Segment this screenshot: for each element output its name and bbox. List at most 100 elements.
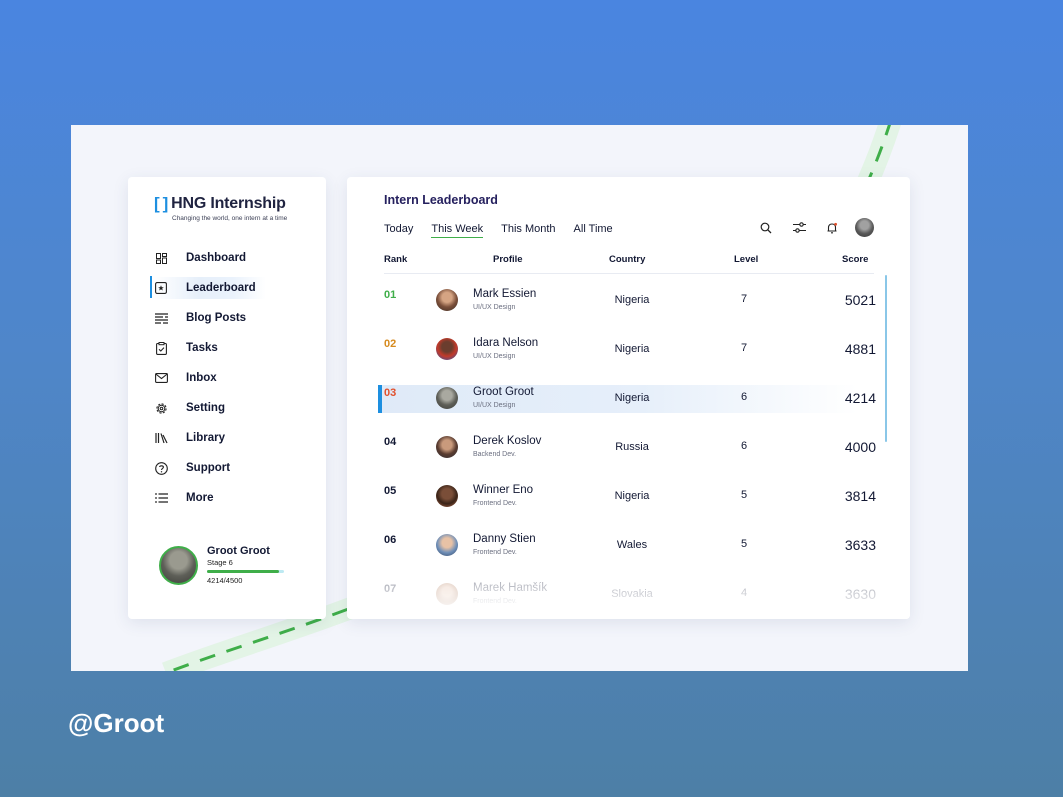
row-score: 4214 — [844, 390, 876, 406]
row-level: 7 — [740, 342, 748, 354]
sidebar-item-label: Support — [186, 462, 231, 474]
column-header-country[interactable]: Country — [609, 254, 645, 265]
table-row[interactable]: 01 Mark Essien UI/UX Design Nigeria 7 5021 — [347, 277, 910, 317]
row-role: Backend Dev. — [473, 451, 517, 458]
xp-progress-fill — [207, 570, 280, 573]
column-header-level[interactable]: Level — [734, 254, 758, 265]
sidebar-item-label: Library — [186, 432, 225, 444]
user-name: Groot Groot — [207, 545, 270, 557]
avatar[interactable] — [436, 338, 458, 360]
sidebar-nav: Dashboard Leaderboard Blog Posts Tasks I… — [150, 247, 314, 517]
row-name[interactable]: Danny Stien — [473, 533, 536, 545]
avatar[interactable] — [436, 534, 458, 556]
help-icon — [154, 461, 168, 475]
leaderboard-icon — [154, 281, 168, 295]
row-level: 6 — [740, 391, 748, 403]
sidebar-item-label: Tasks — [186, 342, 218, 354]
clipboard-icon — [154, 341, 168, 355]
user-xp: 4214/4500 — [207, 576, 243, 585]
user-info: Groot Groot Stage 6 4214/4500 — [207, 545, 284, 585]
brand-title: HNG Internship — [171, 195, 286, 212]
row-level: 6 — [740, 440, 748, 452]
table-row[interactable]: 02 Idara Nelson UI/UX Design Nigeria 7 4881 — [347, 326, 910, 366]
filter-icon[interactable] — [790, 219, 808, 237]
sidebar-item-label: Dashboard — [186, 252, 247, 264]
brand-logo[interactable]: [ ] HNG Internship — [154, 194, 287, 214]
sidebar-item-more[interactable]: More — [154, 487, 314, 509]
page-title: Intern Leaderboard — [384, 193, 498, 207]
row-name[interactable]: Groot Groot — [473, 386, 534, 398]
bell-icon[interactable] — [823, 219, 841, 237]
row-country: Russia — [615, 441, 649, 453]
shot-canvas: [ ] HNG Internship Changing the world, o… — [71, 125, 968, 671]
table-row[interactable]: 05 Winner Eno Frontend Dev. Nigeria 5 3814 — [347, 473, 910, 513]
row-country: Nigeria — [614, 343, 650, 355]
sidebar-item-label: More — [186, 492, 214, 504]
library-icon — [154, 431, 168, 445]
scroll-fade — [347, 579, 910, 619]
sidebar: [ ] HNG Internship Changing the world, o… — [128, 177, 326, 619]
row-name[interactable]: Mark Essien — [473, 288, 536, 300]
row-name[interactable]: Winner Eno — [473, 484, 533, 496]
row-level: 7 — [740, 293, 748, 305]
avatar[interactable] — [436, 485, 458, 507]
brand: [ ] HNG Internship Changing the world, o… — [154, 194, 287, 222]
sidebar-item-inbox[interactable]: Inbox — [154, 367, 314, 389]
xp-progress-bar — [207, 570, 284, 573]
avatar[interactable] — [436, 436, 458, 458]
sidebar-item-label: Setting — [186, 402, 225, 414]
sidebar-item-blog-posts[interactable]: Blog Posts — [154, 307, 314, 329]
blog-posts-icon — [154, 311, 168, 325]
row-score: 5021 — [844, 292, 876, 308]
table-row[interactable]: 03 Groot Groot UI/UX Design Nigeria 6 4214 — [347, 375, 910, 415]
avatar[interactable] — [855, 218, 874, 237]
column-header-profile[interactable]: Profile — [493, 254, 523, 265]
search-icon[interactable] — [757, 219, 775, 237]
table-header: Rank Profile Country Level Score — [384, 252, 874, 274]
table-row[interactable]: 06 Danny Stien Frontend Dev. Wales 5 3633 — [347, 522, 910, 562]
sidebar-item-support[interactable]: Support — [154, 457, 314, 479]
row-name[interactable]: Derek Koslov — [473, 435, 541, 447]
tab-this-week[interactable]: This Week — [431, 223, 484, 238]
menu-icon — [154, 491, 168, 505]
toolbar — [742, 218, 874, 237]
user-stage: Stage 6 — [207, 558, 233, 567]
mail-icon — [154, 371, 168, 385]
author-handle: @Groot — [68, 708, 165, 738]
sidebar-item-leaderboard[interactable]: Leaderboard — [150, 276, 266, 299]
row-role: UI/UX Design — [473, 402, 516, 409]
row-rank: 05 — [384, 485, 397, 497]
brand-subtitle: Changing the world, one intern at a time — [172, 215, 288, 222]
table-row[interactable]: 04 Derek Koslov Backend Dev. Russia 6 4000 — [347, 424, 910, 464]
sidebar-item-dashboard[interactable]: Dashboard — [154, 247, 314, 269]
user-card[interactable]: Groot Groot Stage 6 4214/4500 — [159, 545, 284, 585]
row-rank: 03 — [384, 387, 397, 399]
sidebar-item-tasks[interactable]: Tasks — [154, 337, 314, 359]
column-header-score[interactable]: Score — [842, 254, 868, 265]
row-country: Nigeria — [614, 490, 650, 502]
row-level: 5 — [740, 489, 748, 501]
gear-icon — [154, 401, 168, 415]
avatar[interactable] — [436, 387, 458, 409]
row-rank: 04 — [384, 436, 397, 448]
row-role: UI/UX Design — [473, 304, 516, 311]
bracket-logo-icon: [ ] — [154, 194, 169, 213]
sidebar-item-label: Leaderboard — [186, 282, 256, 294]
row-role: UI/UX Design — [473, 353, 516, 360]
row-score: 3814 — [844, 488, 876, 504]
dashboard-icon — [154, 251, 168, 265]
row-rank: 02 — [384, 338, 397, 350]
tab-all-time[interactable]: All Time — [574, 223, 613, 238]
row-name[interactable]: Idara Nelson — [473, 337, 538, 349]
sidebar-item-library[interactable]: Library — [154, 427, 314, 449]
scrollbar[interactable] — [885, 275, 887, 442]
tab-today[interactable]: Today — [384, 223, 413, 238]
avatar[interactable] — [436, 289, 458, 311]
row-role: Frontend Dev. — [473, 549, 517, 556]
column-header-rank[interactable]: Rank — [384, 254, 407, 265]
tab-this-month[interactable]: This Month — [501, 223, 555, 238]
row-score: 4000 — [844, 439, 876, 455]
row-score: 4881 — [844, 341, 876, 357]
sidebar-item-setting[interactable]: Setting — [154, 397, 314, 419]
row-country: Nigeria — [614, 392, 650, 404]
